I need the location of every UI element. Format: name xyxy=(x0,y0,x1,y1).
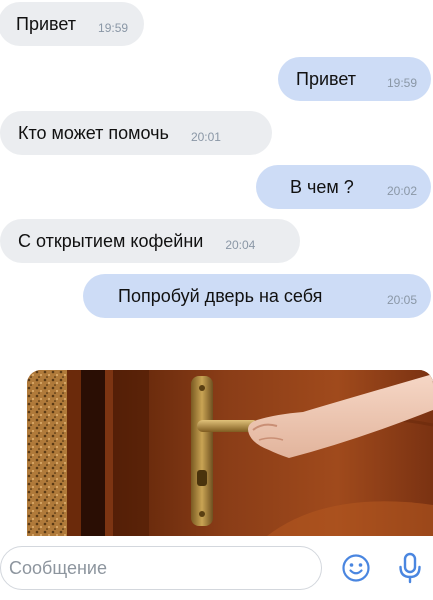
chat-history: Привет 19:59 Привет 19:59 Кто может помо… xyxy=(0,0,433,600)
message-text: Привет xyxy=(16,13,77,34)
voice-message-button[interactable] xyxy=(392,550,428,586)
message-text: С открытием кофейни xyxy=(18,230,204,251)
door-photo-image xyxy=(27,370,433,536)
message-text: Кто может помочь xyxy=(18,122,169,143)
message-composer xyxy=(0,536,433,600)
message-time: 19:59 xyxy=(386,76,417,90)
message-time: 20:04 xyxy=(225,238,256,252)
message-input[interactable] xyxy=(0,546,322,590)
message-bubble-incoming[interactable]: С открытием кофейни 20:04 xyxy=(0,219,300,263)
message-time: 20:02 xyxy=(386,184,417,198)
message-bubble-incoming[interactable]: Привет 19:59 xyxy=(0,2,144,46)
message-bubble-outgoing[interactable]: В чем ? 20:02 xyxy=(256,165,431,209)
message-bubble-outgoing[interactable]: Попробуй дверь на себя 20:05 xyxy=(83,274,431,318)
message-time: 20:01 xyxy=(190,130,221,144)
message-bubble-incoming[interactable]: Кто может помочь 20:01 xyxy=(0,111,272,155)
message-text: Привет xyxy=(296,68,357,89)
message-text: Попробуй дверь на себя xyxy=(118,285,323,306)
message-text: В чем ? xyxy=(290,176,354,197)
emoji-button[interactable] xyxy=(338,550,374,586)
message-time: 19:59 xyxy=(98,21,129,35)
microphone-icon xyxy=(399,552,421,584)
message-time: 20:05 xyxy=(386,293,417,307)
photo-attachment[interactable] xyxy=(27,370,433,536)
message-bubble-outgoing[interactable]: Привет 19:59 xyxy=(278,57,431,101)
smiley-icon xyxy=(342,554,370,582)
